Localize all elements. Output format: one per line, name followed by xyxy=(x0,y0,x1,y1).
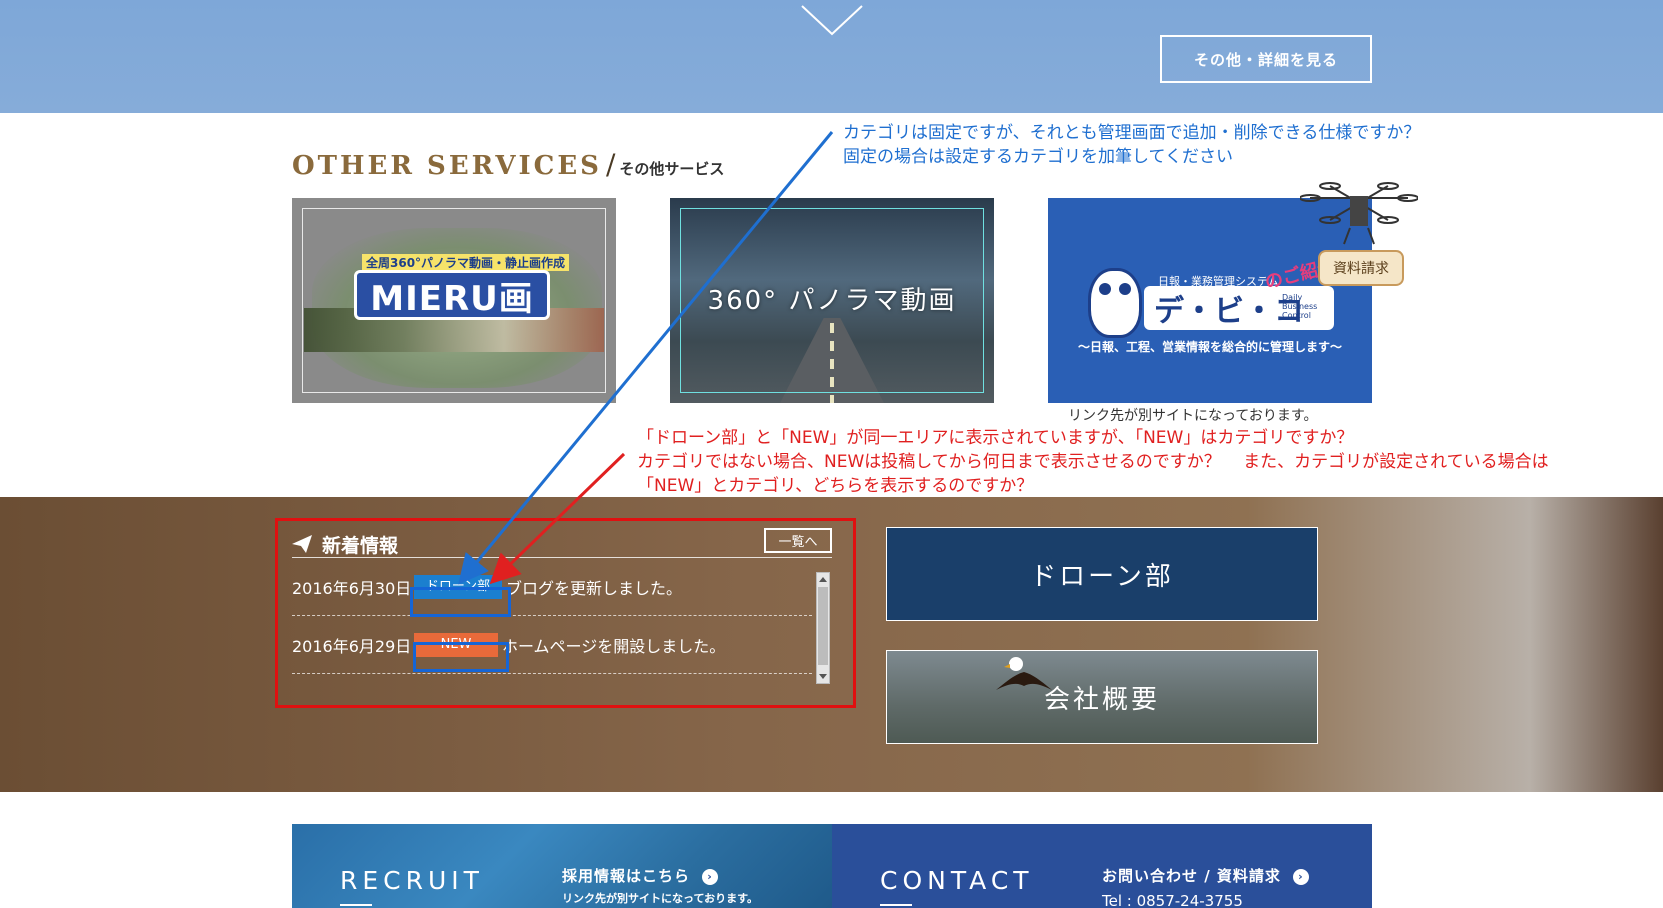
drone-icon xyxy=(1300,182,1418,245)
document-request-badge[interactable]: 資料請求 xyxy=(1318,250,1404,286)
title-separator: / xyxy=(605,148,616,181)
annotation-blue: カテゴリは固定ですが、それとも管理画面で追加・削除できる仕様ですか？ 固定の場合… xyxy=(843,121,1420,169)
service-card-panorama[interactable]: 360° パノラマ動画 xyxy=(670,198,994,403)
annotation-blue-line: カテゴリは固定ですが、それとも管理画面で追加・削除できる仕様ですか？ xyxy=(843,123,1421,143)
annotation-red: 「ドローン部」と「NEW」が同一エリアに表示されていますが、「NEW」はカテゴリ… xyxy=(637,426,1549,498)
title-underline xyxy=(340,904,372,906)
external-link-note: リンク先が別サイトになっております。 xyxy=(1068,408,1318,424)
page: その他・詳細を見る OTHER SERVICES / その他サービス 全周360… xyxy=(0,0,1663,908)
mascot-image xyxy=(1088,268,1142,338)
recruit-link-label: 採用情報はこちら xyxy=(562,867,691,885)
contact-link-label: お問い合わせ / 資料請求 xyxy=(1102,867,1281,885)
chevron-down-icon[interactable] xyxy=(800,4,864,38)
recruit-note: リンク先が別サイトになっております。 xyxy=(562,892,759,905)
annotation-red-line: カテゴリではない場合、NEWは投稿してから何日まで表示させるのですか？ また、カ… xyxy=(637,452,1549,472)
contact-panel[interactable]: CONTACT お問い合わせ / 資料請求 › Tel : 0857-24-375… xyxy=(832,824,1372,908)
devico-english: Daily Business Control xyxy=(1282,293,1318,320)
annotation-red-line: 「NEW」とカテゴリ、どちらを表示するのですか？ xyxy=(637,476,1034,496)
contact-tel: Tel : 0857-24-3755 xyxy=(1102,892,1243,908)
eagle-icon xyxy=(996,657,1052,690)
company-profile-banner[interactable]: 会社概要 xyxy=(886,650,1318,744)
chevron-right-icon: › xyxy=(702,868,719,885)
more-details-button[interactable]: その他・詳細を見る xyxy=(1160,35,1372,83)
title-underline xyxy=(880,904,912,906)
chevron-right-icon: › xyxy=(1292,868,1309,885)
card-frame xyxy=(680,208,984,393)
other-services-title-jp: その他サービス xyxy=(619,160,725,178)
recruit-link[interactable]: 採用情報はこちら › xyxy=(562,865,719,886)
annotation-red-line: 「ドローン部」と「NEW」が同一エリアに表示されていますが、「NEW」はカテゴリ… xyxy=(637,428,1354,448)
service-card-mieru[interactable]: 全周360°パノラマ動画・静止画作成 MIERU画 xyxy=(292,198,616,403)
annotation-blue-line: 固定の場合は設定するカテゴリを加筆してください xyxy=(843,147,1233,167)
recruit-title: RECRUIT xyxy=(340,866,484,895)
other-services-heading: OTHER SERVICES / その他サービス xyxy=(292,148,724,181)
news-highlight-frame xyxy=(275,518,856,708)
devico-caption: ～日報、工程、営業情報を総合的に管理します～ xyxy=(1077,340,1342,354)
top-banner: その他・詳細を見る xyxy=(0,0,1663,113)
recruit-panel[interactable]: RECRUIT 採用情報はこちら › リンク先が別サイトになっております。 xyxy=(292,824,832,908)
other-services-title-en: OTHER SERVICES xyxy=(292,151,602,181)
contact-link[interactable]: お問い合わせ / 資料請求 › xyxy=(1102,865,1309,886)
contact-title: CONTACT xyxy=(880,866,1034,895)
card-frame xyxy=(302,208,606,393)
drone-club-banner[interactable]: ドローン部 xyxy=(886,527,1318,621)
